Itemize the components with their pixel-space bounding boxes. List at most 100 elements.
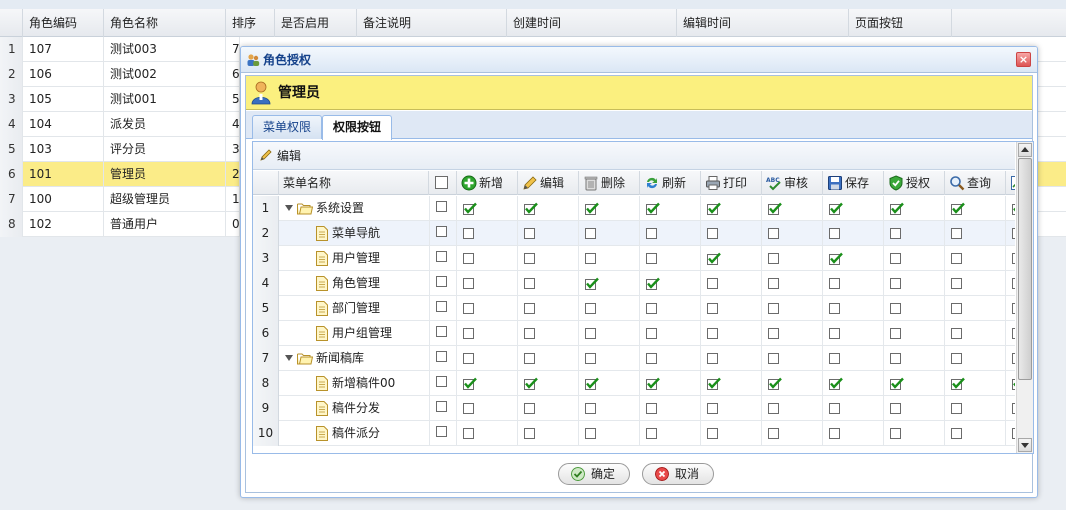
role-grid-header-2[interactable]: 角色名称	[104, 9, 226, 37]
permission-checkbox[interactable]	[951, 403, 962, 414]
dialog-titlebar[interactable]: 角色授权 ×	[241, 47, 1037, 73]
permission-checkbox[interactable]	[1012, 253, 1015, 264]
permission-checkbox[interactable]	[890, 202, 904, 215]
permission-checkbox[interactable]	[1012, 303, 1015, 314]
permission-checkbox[interactable]	[890, 278, 901, 289]
permission-checkbox[interactable]	[768, 403, 779, 414]
permission-checkbox[interactable]	[890, 377, 904, 390]
permission-row[interactable]: 1 系统设置	[253, 196, 1015, 221]
row-select-checkbox[interactable]	[436, 276, 447, 287]
permission-checkbox[interactable]	[951, 428, 962, 439]
permission-header-8[interactable]: 授权	[884, 171, 945, 195]
permission-header-7[interactable]: 保存	[823, 171, 884, 195]
permission-checkbox[interactable]	[524, 353, 535, 364]
permission-checkbox[interactable]	[524, 328, 535, 339]
scroll-down-button[interactable]	[1018, 438, 1032, 452]
permission-checkbox[interactable]	[951, 303, 962, 314]
permission-checkbox[interactable]	[768, 328, 779, 339]
permission-checkbox[interactable]	[646, 253, 657, 264]
permission-checkbox[interactable]	[707, 403, 718, 414]
permission-row[interactable]: 10 稿件派分	[253, 421, 1015, 446]
role-grid-header-3[interactable]: 排序	[226, 9, 275, 37]
permission-checkbox[interactable]	[951, 202, 965, 215]
permission-checkbox[interactable]	[951, 253, 962, 264]
permission-row[interactable]: 4 角色管理	[253, 271, 1015, 296]
row-select-checkbox[interactable]	[436, 201, 447, 212]
role-grid-header-4[interactable]: 是否启用	[275, 9, 357, 37]
permission-checkbox[interactable]	[1012, 353, 1015, 364]
permission-checkbox[interactable]	[1012, 403, 1015, 414]
permission-checkbox[interactable]	[829, 328, 840, 339]
permission-checkbox[interactable]	[890, 253, 901, 264]
permission-checkbox[interactable]	[585, 303, 596, 314]
row-select-checkbox[interactable]	[436, 326, 447, 337]
permission-checkbox[interactable]	[585, 353, 596, 364]
permission-checkbox[interactable]	[829, 353, 840, 364]
permission-checkbox[interactable]	[524, 303, 535, 314]
row-select-checkbox[interactable]	[436, 251, 447, 262]
permission-checkbox[interactable]	[829, 202, 843, 215]
permission-checkbox[interactable]	[707, 303, 718, 314]
permission-checkbox[interactable]	[768, 202, 782, 215]
permission-checkbox[interactable]	[768, 303, 779, 314]
permission-checkbox[interactable]	[585, 377, 599, 390]
collapse-arrow-icon[interactable]	[285, 205, 293, 211]
permission-header-2[interactable]: 编辑	[518, 171, 579, 195]
permission-checkbox[interactable]	[707, 202, 721, 215]
permission-checkbox[interactable]	[890, 428, 901, 439]
permission-checkbox[interactable]	[768, 228, 779, 239]
permission-row[interactable]: 9 稿件分发	[253, 396, 1015, 421]
role-grid-header-1[interactable]: 角色编码	[23, 9, 104, 37]
permission-checkbox[interactable]	[829, 252, 843, 265]
permission-checkbox[interactable]	[646, 377, 660, 390]
permission-checkbox[interactable]	[646, 277, 660, 290]
permission-checkbox[interactable]	[463, 428, 474, 439]
permission-checkbox[interactable]	[829, 278, 840, 289]
permission-checkbox[interactable]	[707, 428, 718, 439]
permission-row[interactable]: 6 用户组管理	[253, 321, 1015, 346]
permission-checkbox[interactable]	[463, 202, 477, 215]
permission-checkbox[interactable]	[524, 377, 538, 390]
permission-header-10[interactable]	[1006, 171, 1015, 195]
scroll-up-button[interactable]	[1018, 143, 1032, 157]
row-select-checkbox[interactable]	[436, 401, 447, 412]
permission-row[interactable]: 3 用户管理	[253, 246, 1015, 271]
permission-header-5[interactable]: 打印	[701, 171, 762, 195]
permission-checkbox[interactable]	[463, 278, 474, 289]
permission-checkbox[interactable]	[524, 403, 535, 414]
permission-checkbox[interactable]	[646, 303, 657, 314]
permission-checkbox[interactable]	[768, 428, 779, 439]
role-grid-header-7[interactable]: 编辑时间	[677, 9, 849, 37]
permission-header-4[interactable]: 刷新	[640, 171, 701, 195]
permission-checkbox[interactable]	[707, 252, 721, 265]
tab-menu-permissions[interactable]: 菜单权限	[252, 115, 323, 139]
permission-header-3[interactable]: 删除	[579, 171, 640, 195]
permission-checkbox[interactable]	[646, 403, 657, 414]
permission-checkbox[interactable]	[707, 353, 718, 364]
row-select-checkbox[interactable]	[436, 351, 447, 362]
permission-checkbox[interactable]	[707, 377, 721, 390]
permission-checkbox[interactable]	[463, 328, 474, 339]
permission-checkbox[interactable]	[646, 353, 657, 364]
permission-checkbox[interactable]	[646, 428, 657, 439]
permission-checkbox[interactable]	[585, 202, 599, 215]
permission-checkbox[interactable]	[1012, 377, 1015, 390]
permission-checkbox[interactable]	[585, 403, 596, 414]
row-select-checkbox[interactable]	[436, 426, 447, 437]
select-all-checkbox[interactable]	[435, 176, 448, 189]
permission-checkbox[interactable]	[463, 228, 474, 239]
permission-checkbox[interactable]	[463, 253, 474, 264]
permission-checkbox[interactable]	[951, 377, 965, 390]
permission-checkbox[interactable]	[768, 278, 779, 289]
permission-checkbox[interactable]	[707, 278, 718, 289]
close-button[interactable]: ×	[1016, 52, 1031, 67]
role-grid-header-6[interactable]: 创建时间	[507, 9, 677, 37]
row-select-checkbox[interactable]	[436, 376, 447, 387]
permission-checkbox[interactable]	[951, 278, 962, 289]
permission-checkbox[interactable]	[829, 303, 840, 314]
permission-checkbox[interactable]	[646, 202, 660, 215]
permission-checkbox[interactable]	[768, 377, 782, 390]
permission-row[interactable]: 8 新增稿件00	[253, 371, 1015, 396]
permission-checkbox[interactable]	[768, 353, 779, 364]
permission-checkbox[interactable]	[707, 328, 718, 339]
